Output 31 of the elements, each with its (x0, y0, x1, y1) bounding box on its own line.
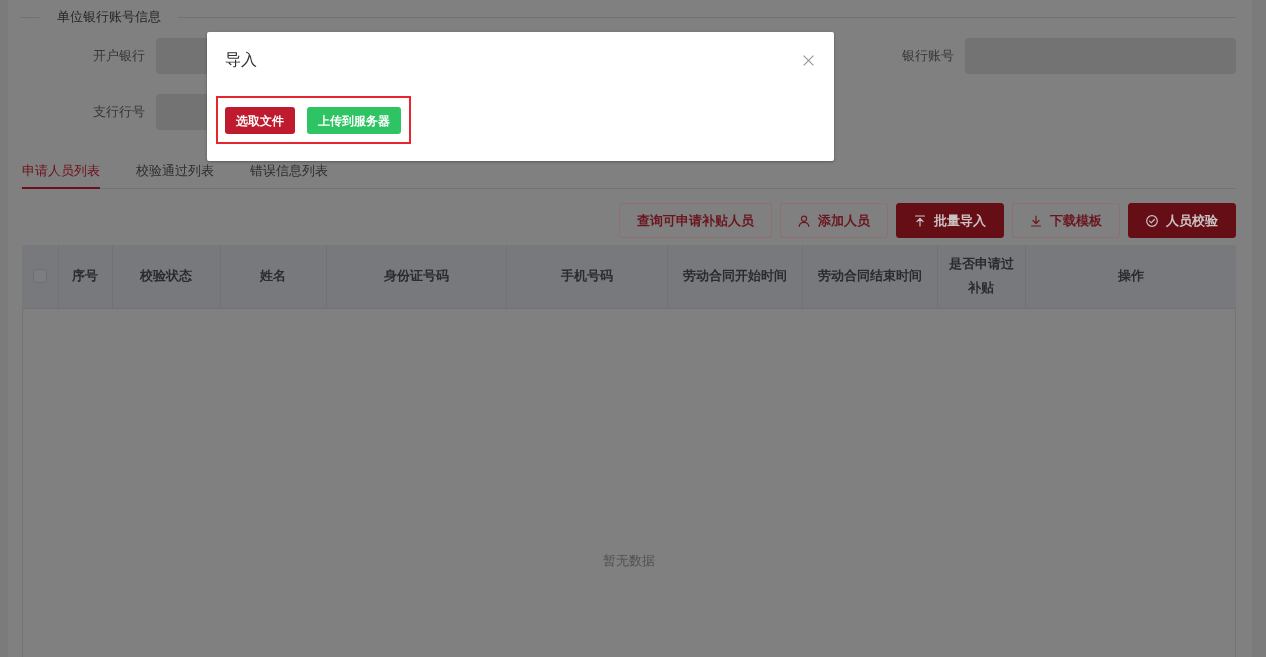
column-header: 劳动合同开始时间 (667, 245, 802, 308)
tab[interactable]: 校验通过列表 (136, 162, 214, 189)
field-label: 银行账号 (901, 47, 954, 65)
tab[interactable]: 错误信息列表 (250, 162, 328, 189)
add-person-button[interactable]: 添加人员 (780, 203, 888, 238)
tab[interactable]: 申请人员列表 (22, 162, 100, 189)
field-label: 支行行号 (92, 103, 145, 121)
column-header: 校验状态 (112, 245, 220, 308)
column-header: 是否申请过补贴 (937, 245, 1025, 308)
check-circle-icon (1146, 214, 1158, 227)
select-file-button[interactable]: 选取文件 (225, 107, 295, 134)
import-button[interactable]: 批量导入 (896, 203, 1004, 238)
download-icon (1030, 214, 1042, 227)
field-label: 开户银行 (92, 47, 145, 65)
column-header: 身份证号码 (326, 245, 506, 308)
column-header: 序号 (58, 245, 112, 308)
column-header: 操作 (1025, 245, 1236, 308)
close-icon[interactable] (803, 54, 814, 66)
verify-button[interactable]: 人员校验 (1128, 203, 1236, 238)
person-icon (798, 214, 810, 227)
query-button[interactable]: 查询可申请补贴人员 (619, 203, 772, 238)
column-header: 手机号码 (506, 245, 667, 308)
upload-icon (914, 214, 926, 227)
input-field[interactable] (156, 94, 210, 130)
download-template-button[interactable]: 下载模板 (1012, 203, 1120, 238)
dialog-title: 导入 (225, 50, 257, 70)
upload-button[interactable]: 上传到服务器 (307, 107, 401, 134)
input-field[interactable] (156, 38, 210, 74)
section-title: 单位银行账号信息 (57, 8, 161, 26)
column-header: 姓名 (220, 245, 326, 308)
column-header: 劳动合同结束时间 (802, 245, 937, 308)
